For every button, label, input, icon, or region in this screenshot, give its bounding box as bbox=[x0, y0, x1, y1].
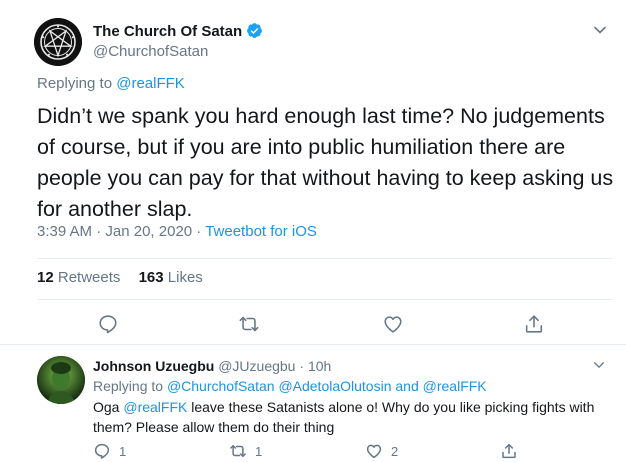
retweets-count: 12 bbox=[37, 269, 54, 286]
reply-text-mention[interactable]: @realFFK bbox=[123, 399, 187, 415]
divider bbox=[37, 299, 612, 300]
tweet-text: Didn’t we spank you hard enough last tim… bbox=[37, 104, 614, 221]
divider bbox=[0, 344, 626, 345]
tweet-date[interactable]: Jan 20, 2020 bbox=[105, 223, 192, 240]
retweet-icon bbox=[230, 445, 246, 457]
reply-action-share[interactable] bbox=[500, 442, 526, 460]
divider bbox=[37, 258, 612, 259]
reply-replying-prefix: Replying to bbox=[93, 378, 164, 394]
retweet-count: 1 bbox=[255, 444, 263, 459]
mention-link[interactable]: @ChurchofSatan bbox=[167, 378, 275, 394]
reply-text: Oga @realFFK leave these Satanists alone… bbox=[93, 397, 613, 437]
tweet-meta: 3:39 AM · Jan 20, 2020 · Tweetbot for iO… bbox=[37, 223, 317, 240]
reply-handle[interactable]: @JUzuegbu bbox=[218, 358, 295, 374]
share-icon bbox=[502, 443, 516, 459]
like-count: 2 bbox=[391, 444, 399, 459]
retweets-stat[interactable]: 12 Retweets bbox=[37, 269, 120, 286]
avatar-image bbox=[37, 356, 85, 404]
retweet-icon[interactable] bbox=[238, 313, 260, 335]
sigil-avatar bbox=[34, 18, 82, 66]
reply-count: 1 bbox=[119, 444, 127, 459]
reply-time[interactable]: 10h bbox=[308, 358, 331, 374]
like-icon bbox=[366, 444, 382, 459]
mention-link[interactable]: @AdetolaOlutosin bbox=[278, 378, 391, 394]
reply-header: Johnson Uzuegbu @JUzuegbu · 10h bbox=[93, 358, 332, 374]
reply-icon[interactable] bbox=[97, 313, 119, 335]
and-word: and bbox=[395, 378, 419, 394]
likes-label: Likes bbox=[167, 269, 203, 286]
like-icon[interactable] bbox=[382, 313, 404, 335]
tweet-time[interactable]: 3:39 AM bbox=[37, 223, 92, 240]
retweets-label: Retweets bbox=[57, 269, 121, 286]
reply-text-start: Oga bbox=[93, 399, 120, 415]
main-tweet: The Church Of Satan @ChurchofSatan Reply… bbox=[0, 0, 626, 344]
chevron-down-icon[interactable] bbox=[592, 22, 608, 38]
replying-to: Replying to @realFFK bbox=[37, 74, 185, 94]
handle[interactable]: @ChurchofSatan bbox=[93, 42, 208, 62]
reply-action-like[interactable]: 2 bbox=[365, 442, 398, 460]
share-icon[interactable] bbox=[523, 313, 545, 335]
tweet-client-link[interactable]: Tweetbot for iOS bbox=[205, 223, 317, 240]
reply-display-name[interactable]: Johnson Uzuegbu bbox=[93, 358, 214, 374]
likes-stat[interactable]: 163 Likes bbox=[139, 269, 203, 286]
chevron-down-icon[interactable] bbox=[592, 358, 606, 372]
replying-prefix: Replying to bbox=[37, 75, 113, 92]
reply-icon bbox=[94, 443, 110, 459]
likes-count: 163 bbox=[138, 269, 164, 286]
tweet-stats: 12 Retweets 163 Likes bbox=[37, 268, 203, 288]
reply-action-reply[interactable]: 1 bbox=[93, 442, 126, 460]
mention-link[interactable]: @realFFK bbox=[423, 378, 487, 394]
reply-action-retweet[interactable]: 1 bbox=[229, 442, 262, 460]
replying-mention-link[interactable]: @realFFK bbox=[116, 75, 185, 92]
verified-badge-icon bbox=[247, 23, 263, 38]
avatar[interactable] bbox=[34, 18, 82, 66]
display-name-text[interactable]: The Church Of Satan bbox=[93, 23, 242, 40]
display-name[interactable]: The Church Of Satan bbox=[93, 22, 263, 42]
reply-replying-to: Replying to @ChurchofSatan @AdetolaOluto… bbox=[93, 377, 487, 395]
avatar[interactable] bbox=[37, 356, 85, 404]
